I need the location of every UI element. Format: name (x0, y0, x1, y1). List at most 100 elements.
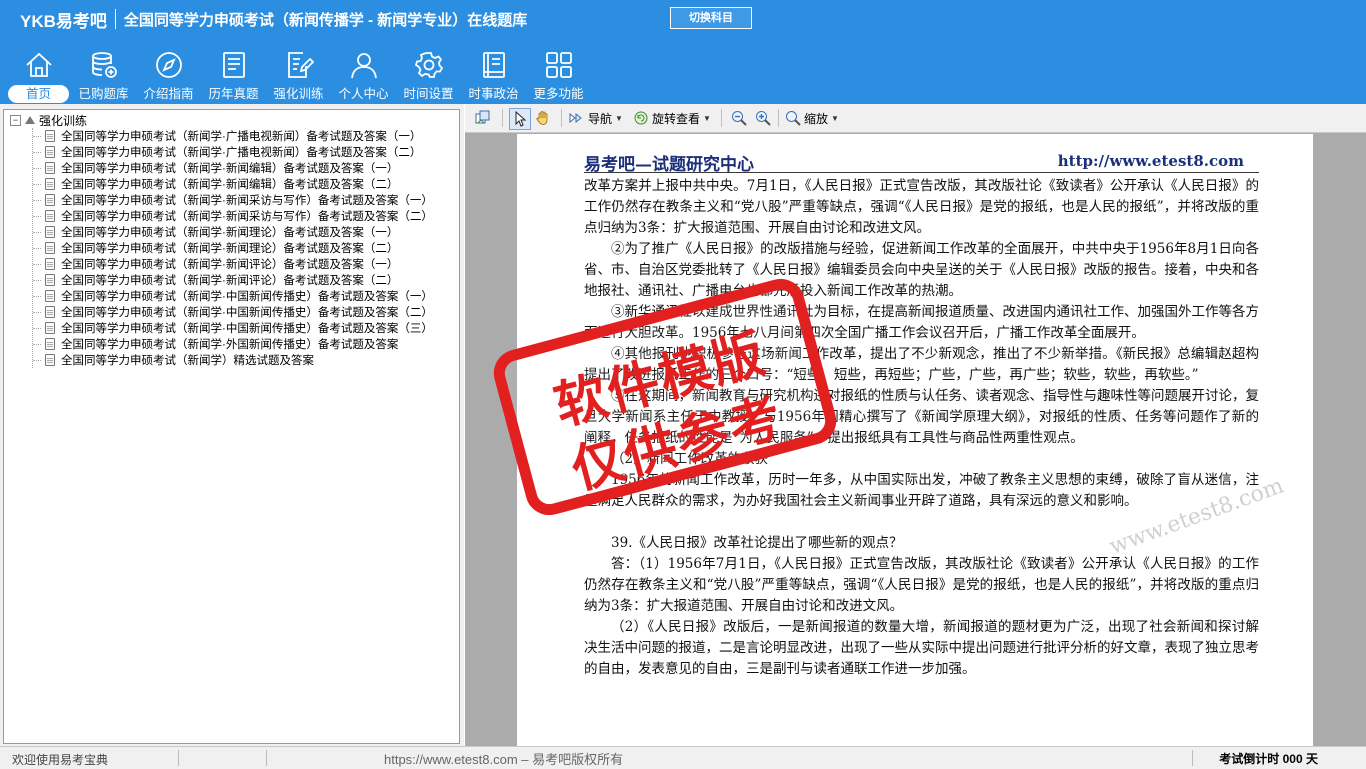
tree-item-label: 全国同等学力申硕考试（新闻学·中国新闻传播史）备考试题及答案（二） (61, 307, 433, 319)
tree-item-label: 全国同等学力申硕考试（新闻学·新闻采访与写作）备考试题及答案（二） (61, 211, 433, 223)
page-paragraph: ②为了推广《人民日报》的改版措施与经验，促进新闻工作改革的全面展开，中共中央于1… (584, 241, 1259, 299)
toolbar-divider (778, 109, 779, 127)
gear-icon (414, 52, 443, 78)
hand-tool-button[interactable] (535, 108, 551, 128)
nav-label: 历年真题 (208, 87, 259, 101)
tree-item[interactable]: 全国同等学力申硕考试（新闻学）精选试题及答案 (33, 352, 433, 368)
zoom-label: 缩放 (804, 111, 829, 126)
zoom-in-icon (756, 111, 771, 126)
rotate-label: 旋转查看 (652, 111, 701, 126)
document-icon (45, 306, 55, 318)
tree-item-label: 全国同等学力申硕考试（新闻学·中国新闻传播史）备考试题及答案（一） (61, 291, 433, 303)
tree-item[interactable]: 全国同等学力申硕考试（新闻学·新闻评论）备考试题及答案（二） (33, 272, 433, 288)
nav-training[interactable]: 强化训练 (266, 46, 331, 104)
tree-item[interactable]: 全国同等学力申硕考试（新闻学·中国新闻传播史）备考试题及答案（三） (33, 320, 433, 336)
tree-item-label: 全国同等学力申硕考试（新闻学·新闻编辑）备考试题及答案（一） (61, 163, 399, 175)
nav-home[interactable]: 首页 (6, 46, 71, 104)
zoom-menu[interactable]: 缩放 ▼ (785, 108, 839, 128)
collapse-icon[interactable]: − (10, 114, 21, 126)
tree-item-label: 全国同等学力申硕考试（新闻学·新闻采访与写作）备考试题及答案（一） (61, 195, 433, 207)
status-divider (1192, 750, 1193, 766)
document-icon (45, 178, 55, 190)
select-tool-button[interactable] (509, 108, 531, 130)
rotate-menu[interactable]: 旋转查看 ▼ (633, 108, 711, 128)
tree-item[interactable]: 全国同等学力申硕考试（新闻学·新闻理论）备考试题及答案（二） (33, 240, 433, 256)
nav-label: 时事政治 (468, 87, 519, 101)
user-icon (350, 53, 377, 79)
exam-countdown: 考试倒计时 000 天 (1219, 752, 1318, 766)
nav-guide[interactable]: 介绍指南 (136, 46, 201, 104)
tree-item[interactable]: 全国同等学力申硕考试（新闻学·广播电视新闻）备考试题及答案（一） (33, 128, 433, 144)
logo: YKB易考吧 (20, 11, 107, 31)
nav-label: 已购题库 (78, 87, 129, 101)
page-header-url: http://www.etest8.com (1057, 152, 1244, 170)
page-header-title: 易考吧—试题研究中心 (584, 155, 754, 175)
dropdown-arrow-icon: ▼ (615, 113, 623, 123)
brand-divider (114, 9, 116, 29)
compass-icon (155, 52, 182, 78)
nav-current-affairs[interactable]: 时事政治 (461, 46, 526, 104)
tree-item[interactable]: 全国同等学力申硕考试（新闻学·新闻编辑）备考试题及答案（二） (33, 176, 433, 192)
magnifier-icon (786, 111, 801, 126)
tree-item-label: 全国同等学力申硕考试（新闻学·新闻评论）备考试题及答案（二） (61, 275, 399, 287)
document-icon (45, 322, 55, 334)
switch-subject-button[interactable]: 切换科目 (670, 7, 752, 29)
document-icon (45, 210, 55, 222)
tree-item[interactable]: 全国同等学力申硕考试（新闻学·新闻评论）备考试题及答案（一） (33, 256, 433, 272)
nav-purchased[interactable]: 已购题库 (71, 46, 136, 104)
zoom-out-button[interactable] (731, 108, 747, 128)
nav-label: 首页 (8, 85, 69, 103)
document-icon (45, 338, 55, 350)
toolbar-divider (502, 109, 503, 127)
navigate-menu[interactable]: 导航 ▼ (569, 108, 623, 128)
tree-item-label: 全国同等学力申硕考试（新闻学·广播电视新闻）备考试题及答案（二） (61, 147, 422, 159)
list-document-icon (222, 52, 245, 78)
status-copyright: https://www.etest8.com – 易考吧版权所有 (384, 752, 624, 767)
document-icon (45, 194, 55, 206)
document-icon (45, 242, 55, 254)
nav-label: 介绍指南 (143, 87, 194, 101)
tree-item-label: 全国同等学力申硕考试（新闻学）精选试题及答案 (61, 355, 314, 367)
database-icon (91, 52, 117, 78)
tree-root[interactable]: − 强化训练 (10, 112, 87, 128)
home-icon (25, 52, 52, 77)
cursor-icon (515, 111, 527, 127)
tree-item[interactable]: 全国同等学力申硕考试（新闻学·外国新闻传播史）备考试题及答案 (33, 336, 433, 352)
tree-item[interactable]: 全国同等学力申硕考试（新闻学·中国新闻传播史）备考试题及答案（一） (33, 288, 433, 304)
tree-item[interactable]: 全国同等学力申硕考试（新闻学·新闻采访与写作）备考试题及答案（二） (33, 208, 433, 224)
status-welcome: 欢迎使用易考宝典 (12, 753, 109, 767)
dropdown-arrow-icon: ▼ (831, 113, 839, 123)
tree-item[interactable]: 全国同等学力申硕考试（新闻学·中国新闻传播史）备考试题及答案（二） (33, 304, 433, 320)
thumbnails-icon (475, 110, 490, 124)
app-title: 全国同等学力申硕考试（新闻传播学 - 新闻学专业）在线题库 (123, 11, 528, 29)
folder-icon (25, 116, 35, 124)
status-bar: 欢迎使用易考宝典 https://www.etest8.com – 易考吧版权所… (0, 746, 1366, 769)
navigate-icon (569, 112, 582, 124)
tree-item[interactable]: 全国同等学力申硕考试（新闻学·新闻理论）备考试题及答案（一） (33, 224, 433, 240)
nav-personal[interactable]: 个人中心 (331, 46, 396, 104)
exam-tree[interactable]: − 强化训练 全国同等学力申硕考试（新闻学·广播电视新闻）备考试题及答案（一）全… (3, 109, 460, 744)
document-icon (45, 258, 55, 270)
viewer-toolbar: 导航 ▼ 旋转查看 ▼ 缩放 ▼ (465, 104, 1366, 133)
zoom-in-button[interactable] (755, 108, 771, 128)
document-icon (45, 162, 55, 174)
rotate-icon (634, 111, 648, 125)
nav-past-exams[interactable]: 历年真题 (201, 46, 266, 104)
nav-label: 更多功能 (533, 87, 584, 101)
zoom-out-icon (732, 111, 747, 126)
tree-item[interactable]: 全国同等学力申硕考试（新闻学·新闻采访与写作）备考试题及答案（一） (33, 192, 433, 208)
tree-item[interactable]: 全国同等学力申硕考试（新闻学·广播电视新闻）备考试题及答案（二） (33, 144, 433, 160)
brand: YKB易考吧 全国同等学力申硕考试（新闻传播学 - 新闻学专业）在线题库 (20, 8, 528, 31)
tree-item-label: 全国同等学力申硕考试（新闻学·新闻理论）备考试题及答案（一） (61, 227, 399, 239)
document-icon (45, 146, 55, 158)
tree-item[interactable]: 全国同等学力申硕考试（新闻学·新闻编辑）备考试题及答案（一） (33, 160, 433, 176)
grid-icon (545, 52, 572, 78)
document-icon (45, 354, 55, 366)
nav-more[interactable]: 更多功能 (526, 46, 591, 104)
nav-time-settings[interactable]: 时间设置 (396, 46, 461, 104)
tree-item-label: 全国同等学力申硕考试（新闻学·新闻编辑）备考试题及答案（二） (61, 179, 399, 191)
thumbnail-button[interactable] (475, 108, 491, 128)
tree-items: 全国同等学力申硕考试（新闻学·广播电视新闻）备考试题及答案（一） 全国同等学力申硕… (32, 128, 433, 368)
app-header: YKB易考吧 全国同等学力申硕考试（新闻传播学 - 新闻学专业）在线题库 切换科… (0, 0, 1366, 104)
toolbar-divider (721, 109, 722, 127)
